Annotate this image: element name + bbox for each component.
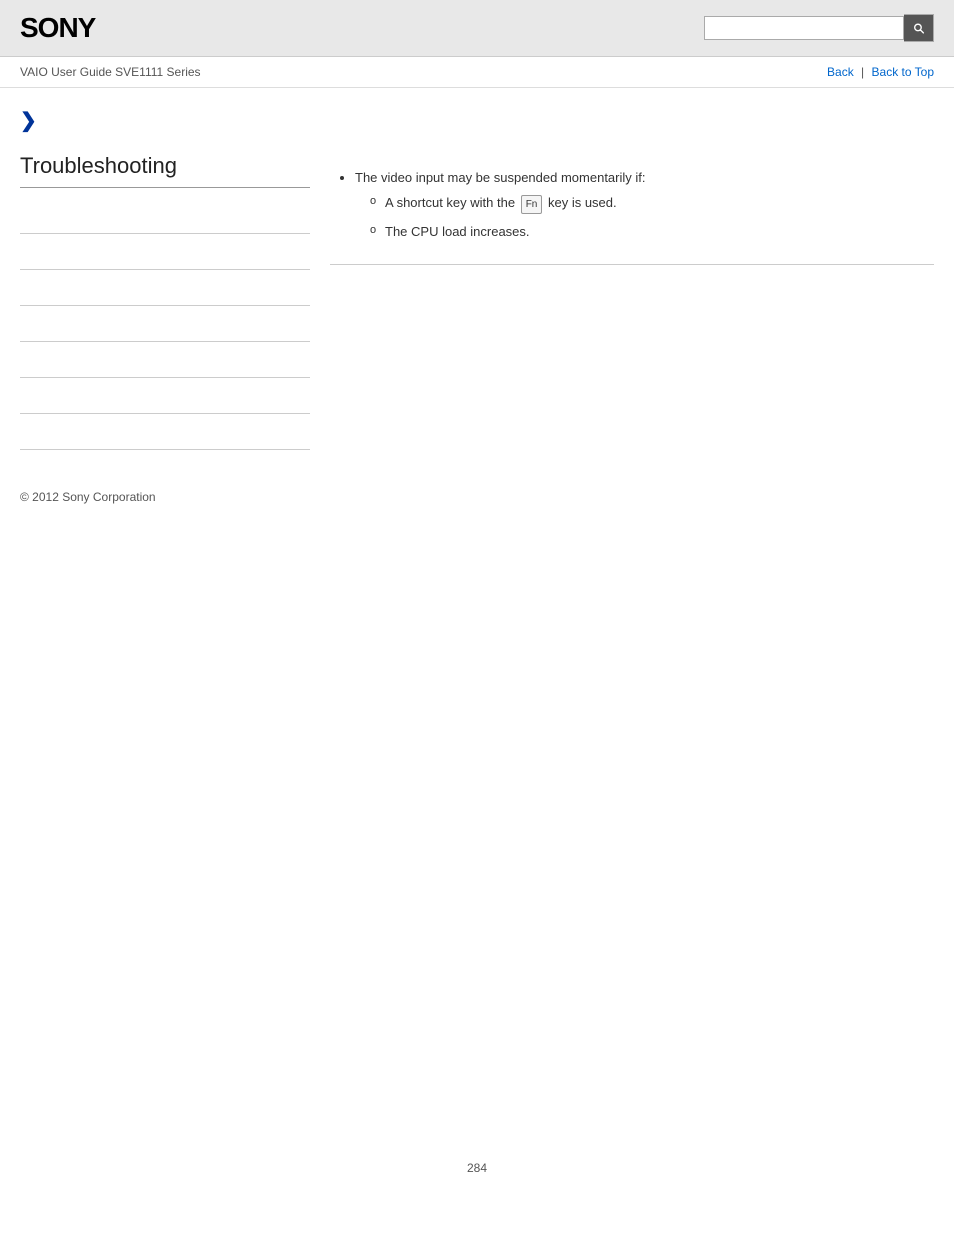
fn-key: Fn — [521, 195, 543, 214]
nav-separator: | — [861, 65, 864, 79]
list-item — [20, 342, 310, 378]
main-bullet-item: The video input may be suspended momenta… — [355, 168, 934, 241]
sidebar: ❯ Troubleshooting — [20, 108, 310, 450]
chevron-right-icon: ❯ — [20, 108, 310, 133]
footer: © 2012 Sony Corporation — [0, 470, 954, 524]
sony-logo: SONY — [20, 12, 95, 44]
nav-bar: VAIO User Guide SVE1111 Series Back | Ba… — [0, 57, 954, 88]
search-icon — [912, 21, 925, 35]
sidebar-link[interactable] — [20, 209, 23, 223]
back-to-top-link[interactable]: Back to Top — [872, 65, 934, 79]
sidebar-links — [20, 198, 310, 450]
content-area: The video input may be suspended momenta… — [330, 108, 934, 450]
sub-bullet-list: A shortcut key with the Fn key is used. … — [355, 193, 934, 242]
list-item — [20, 270, 310, 306]
list-item — [20, 414, 310, 450]
search-input[interactable] — [704, 16, 904, 40]
nav-links: Back | Back to Top — [827, 65, 934, 79]
sidebar-link[interactable] — [20, 389, 23, 403]
sub-bullet-item-2: The CPU load increases. — [370, 222, 934, 242]
page-number: 284 — [0, 1141, 954, 1195]
list-item — [20, 378, 310, 414]
back-link[interactable]: Back — [827, 65, 854, 79]
sidebar-link[interactable] — [20, 425, 23, 439]
content-section: The video input may be suspended momenta… — [330, 168, 934, 265]
sidebar-link[interactable] — [20, 281, 23, 295]
search-button[interactable] — [904, 14, 934, 42]
sidebar-title: Troubleshooting — [20, 153, 310, 188]
list-item — [20, 306, 310, 342]
sidebar-link[interactable] — [20, 245, 23, 259]
header: SONY — [0, 0, 954, 57]
sidebar-link[interactable] — [20, 353, 23, 367]
sub-bullet-item-1: A shortcut key with the Fn key is used. — [370, 193, 934, 214]
main-bullet-list: The video input may be suspended momenta… — [330, 168, 934, 241]
copyright-text: © 2012 Sony Corporation — [20, 490, 156, 504]
guide-title: VAIO User Guide SVE1111 Series — [20, 65, 201, 79]
list-item — [20, 234, 310, 270]
list-item — [20, 198, 310, 234]
search-area — [704, 14, 934, 42]
main-content: ❯ Troubleshooting The video input may be… — [0, 88, 954, 470]
sidebar-link[interactable] — [20, 317, 23, 331]
main-bullet-text: The video input may be suspended momenta… — [355, 170, 646, 185]
